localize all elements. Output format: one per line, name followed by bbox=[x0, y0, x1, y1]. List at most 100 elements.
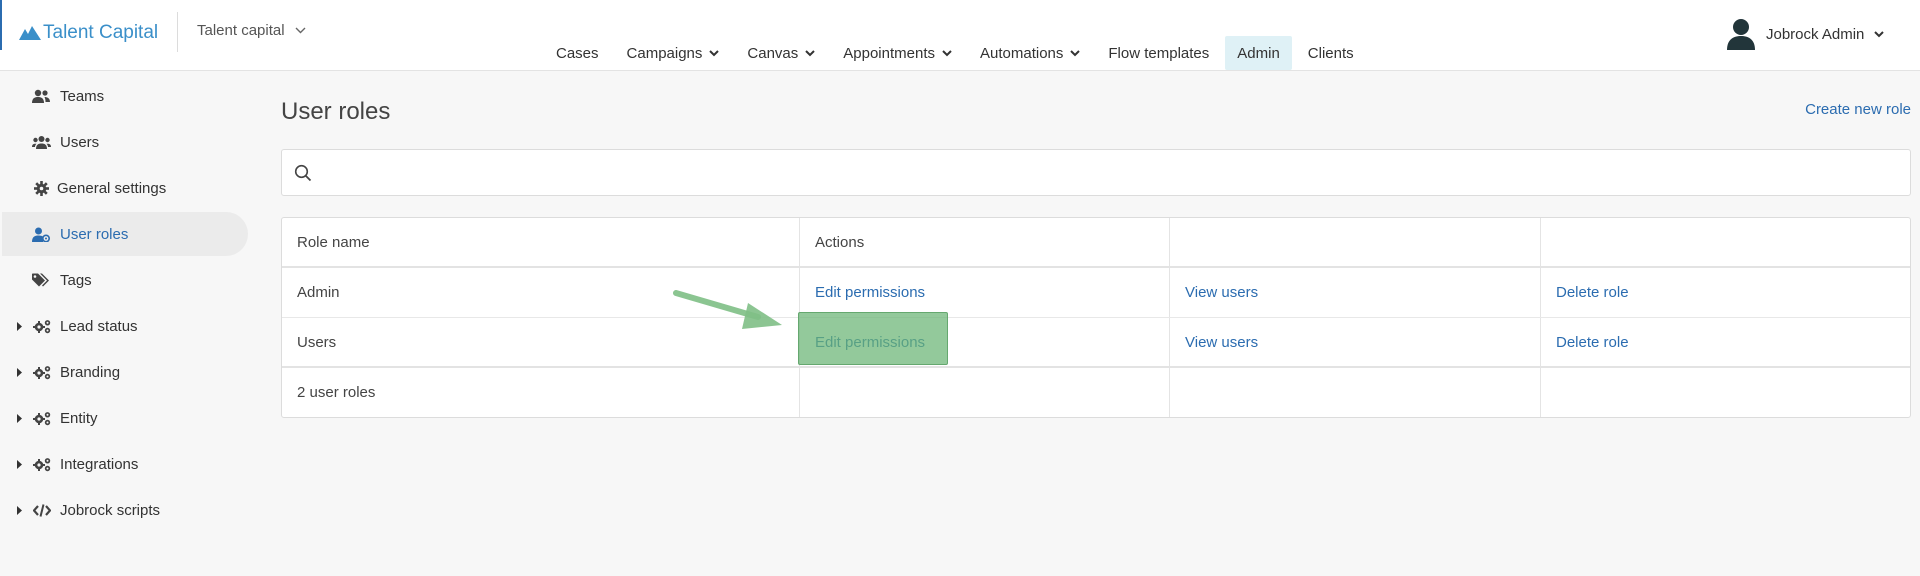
main-nav: Cases Campaigns Canvas Appointments Auto… bbox=[544, 36, 1366, 70]
table-row: Users Edit permissions View users Delete… bbox=[282, 318, 1910, 368]
nav-label: Campaigns bbox=[626, 44, 703, 62]
view-users-link[interactable]: View users bbox=[1185, 284, 1258, 301]
sidebar-item-general-settings[interactable]: General settings bbox=[2, 166, 248, 210]
nav-label: Clients bbox=[1307, 44, 1354, 62]
sidebar-item-entity[interactable]: Entity bbox=[2, 396, 248, 440]
edit-permissions-cell: Edit permissions bbox=[800, 318, 1170, 366]
delete-role-cell: Delete role bbox=[1541, 268, 1910, 317]
caret-right-icon[interactable] bbox=[17, 367, 23, 377]
nav-automations[interactable]: Automations bbox=[968, 36, 1092, 70]
column-header-actions: Actions bbox=[800, 218, 1170, 266]
nav-label: Appointments bbox=[843, 44, 935, 62]
delete-role-link[interactable]: Delete role bbox=[1556, 284, 1629, 301]
sidebar-item-label: Jobrock scripts bbox=[60, 501, 161, 519]
sidebar-item-label: General settings bbox=[57, 179, 167, 197]
sidebar-item-teams[interactable]: Teams bbox=[2, 74, 248, 118]
role-count: 2 user roles bbox=[282, 368, 800, 417]
sidebar-item-label: Branding bbox=[60, 363, 121, 381]
search-icon bbox=[294, 164, 312, 182]
nav-admin[interactable]: Admin bbox=[1225, 36, 1292, 70]
footer-empty-cell bbox=[1170, 368, 1541, 417]
footer-empty-cell bbox=[800, 368, 1170, 417]
sidebar-item-label: Entity bbox=[60, 409, 98, 427]
nav-label: Flow templates bbox=[1108, 44, 1210, 62]
cogs-icon bbox=[33, 319, 52, 334]
sidebar-item-tags[interactable]: Tags bbox=[2, 258, 248, 302]
gear-icon bbox=[34, 180, 49, 196]
chevron-down-icon bbox=[1874, 30, 1885, 38]
edit-permissions-link[interactable]: Edit permissions bbox=[815, 334, 925, 351]
top-header: Talent Capital Talent capital Cases Camp… bbox=[0, 0, 1920, 71]
nav-label: Canvas bbox=[747, 44, 799, 62]
edit-permissions-link[interactable]: Edit permissions bbox=[815, 284, 925, 301]
header-edge-accent bbox=[0, 0, 2, 50]
column-header-empty bbox=[1541, 218, 1910, 266]
chevron-down-icon bbox=[709, 49, 720, 57]
sidebar-item-label: User roles bbox=[60, 225, 129, 243]
table-footer-row: 2 user roles bbox=[282, 368, 1910, 417]
search-input[interactable] bbox=[322, 152, 1910, 193]
view-users-cell: View users bbox=[1170, 318, 1541, 366]
sidebar-item-label: Users bbox=[60, 133, 100, 151]
users-icon bbox=[32, 135, 51, 149]
table-header-row: Role name Actions bbox=[282, 218, 1910, 268]
user-roles-icon bbox=[32, 227, 50, 242]
nav-cases[interactable]: Cases bbox=[544, 36, 611, 70]
caret-right-icon[interactable] bbox=[17, 459, 23, 469]
cogs-icon bbox=[33, 365, 52, 380]
sidebar-item-label: Tags bbox=[60, 271, 92, 289]
search-bar bbox=[281, 149, 1911, 196]
teams-icon bbox=[32, 89, 50, 103]
avatar bbox=[1726, 18, 1756, 50]
nav-label: Cases bbox=[556, 44, 599, 62]
footer-empty-cell bbox=[1541, 368, 1910, 417]
nav-clients[interactable]: Clients bbox=[1296, 36, 1366, 70]
org-selector[interactable]: Talent capital bbox=[197, 22, 306, 39]
nav-label: Automations bbox=[980, 44, 1064, 62]
caret-right-icon[interactable] bbox=[17, 413, 23, 423]
chevron-down-icon bbox=[805, 49, 815, 57]
chevron-down-icon bbox=[295, 27, 306, 34]
user-roles-table: Role name Actions Admin Edit permissions… bbox=[281, 217, 1911, 418]
column-header-empty bbox=[1170, 218, 1541, 266]
code-icon bbox=[33, 503, 51, 517]
nav-label: Admin bbox=[1237, 44, 1280, 62]
logo-mountain-icon bbox=[19, 26, 41, 40]
logo-text: Talent Capital bbox=[43, 22, 159, 43]
delete-role-cell: Delete role bbox=[1541, 318, 1910, 366]
chevron-down-icon bbox=[1070, 49, 1081, 57]
nav-campaigns[interactable]: Campaigns bbox=[615, 36, 732, 70]
sidebar-item-integrations[interactable]: Integrations bbox=[2, 442, 248, 486]
delete-role-link[interactable]: Delete role bbox=[1556, 334, 1629, 351]
sidebar-item-users[interactable]: Users bbox=[2, 120, 248, 164]
sidebar-item-label: Teams bbox=[60, 87, 105, 105]
sidebar-item-label: Lead status bbox=[60, 317, 138, 335]
nav-appointments[interactable]: Appointments bbox=[831, 36, 964, 70]
sidebar-item-user-roles[interactable]: User roles bbox=[2, 212, 248, 256]
sidebar-item-label: Integrations bbox=[60, 455, 139, 473]
sidebar-item-lead-status[interactable]: Lead status bbox=[2, 304, 248, 348]
nav-flow-templates[interactable]: Flow templates bbox=[1096, 36, 1221, 70]
admin-sidebar: Teams Users General settings User roles … bbox=[0, 72, 250, 576]
org-selector-label: Talent capital bbox=[197, 22, 285, 39]
table-row: Admin Edit permissions View users Delete… bbox=[282, 268, 1910, 318]
column-header-role-name: Role name bbox=[282, 218, 800, 266]
edit-permissions-cell: Edit permissions bbox=[800, 268, 1170, 317]
nav-canvas[interactable]: Canvas bbox=[735, 36, 827, 70]
pointer-arrow-icon bbox=[670, 285, 800, 335]
chevron-down-icon bbox=[942, 49, 952, 57]
user-menu[interactable]: Jobrock Admin bbox=[1726, 18, 1885, 50]
cogs-icon bbox=[33, 457, 52, 472]
user-name: Jobrock Admin bbox=[1766, 25, 1865, 43]
cogs-icon bbox=[33, 411, 52, 426]
header-divider bbox=[177, 12, 178, 52]
caret-right-icon[interactable] bbox=[17, 505, 23, 515]
view-users-link[interactable]: View users bbox=[1185, 334, 1258, 351]
tags-icon bbox=[32, 273, 50, 288]
view-users-cell: View users bbox=[1170, 268, 1541, 317]
caret-right-icon[interactable] bbox=[17, 321, 23, 331]
sidebar-item-branding[interactable]: Branding bbox=[2, 350, 248, 394]
logo[interactable]: Talent Capital bbox=[19, 20, 158, 46]
sidebar-item-jobrock-scripts[interactable]: Jobrock scripts bbox=[2, 488, 248, 532]
create-new-role-link[interactable]: Create new role bbox=[1805, 101, 1911, 118]
